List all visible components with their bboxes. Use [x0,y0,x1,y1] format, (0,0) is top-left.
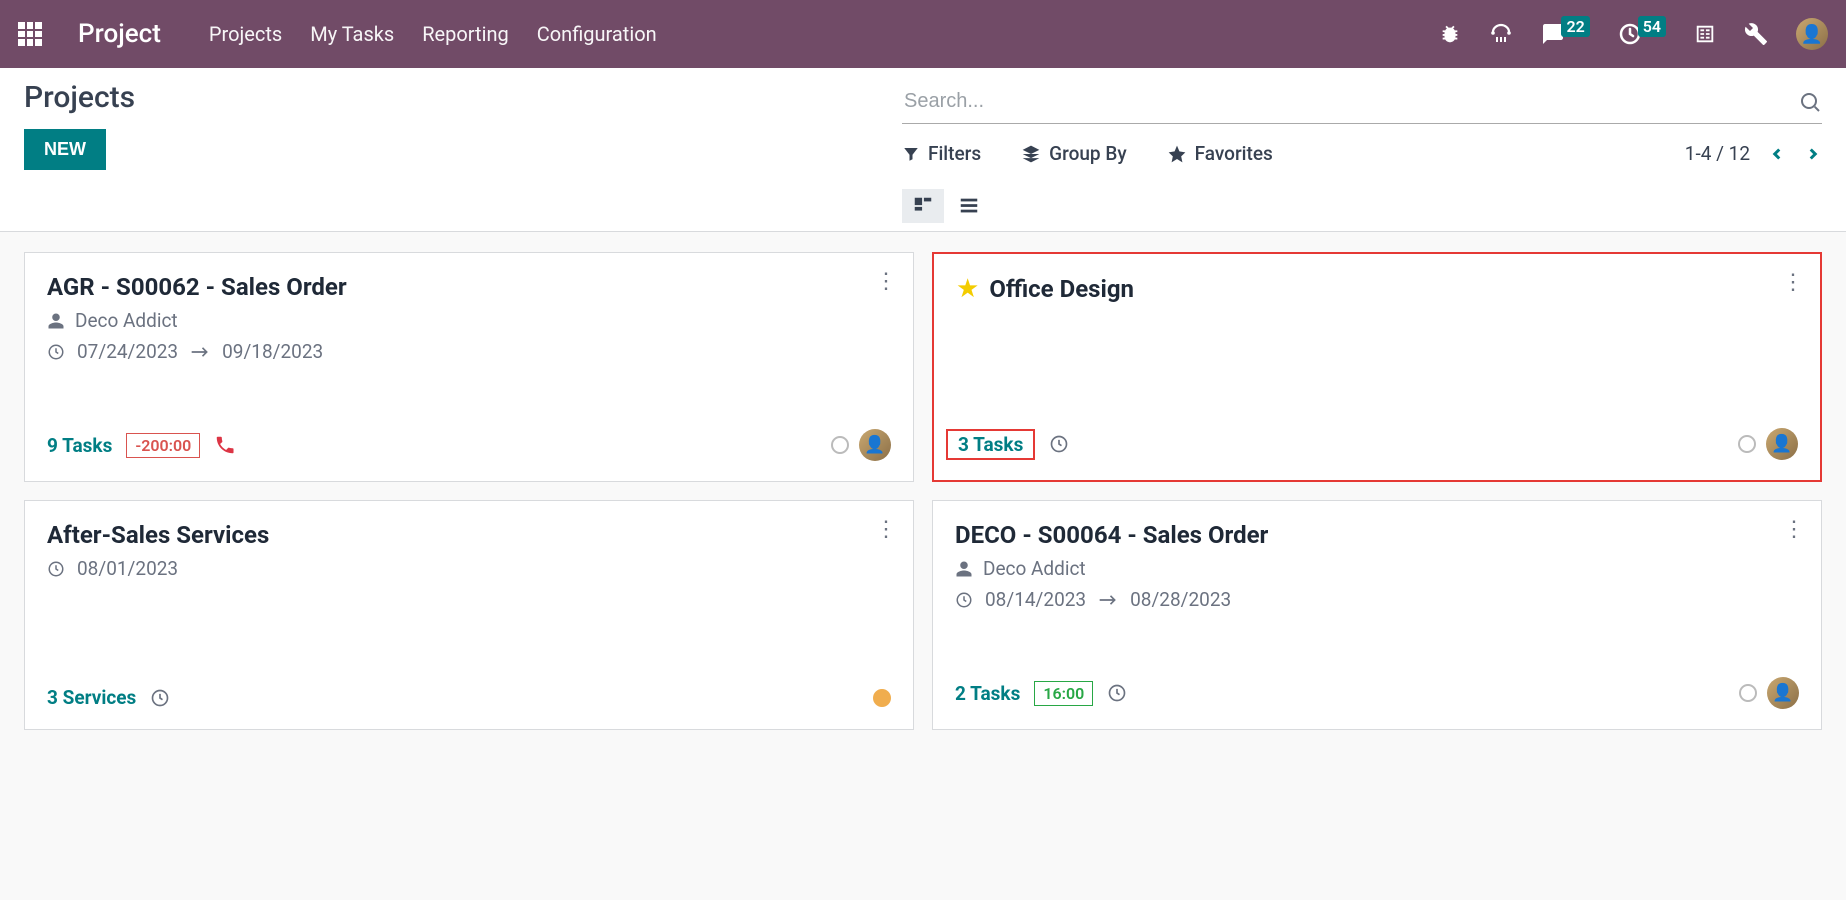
card-menu-icon[interactable]: ⋮ [1783,517,1805,542]
filters-button[interactable]: Filters [902,142,981,165]
clock-icon [47,560,65,578]
clock-icon[interactable] [1049,434,1069,454]
project-card[interactable]: ⋮ AGR - S00062 - Sales Order Deco Addict… [24,252,914,482]
view-switcher [902,189,1822,223]
pager-next[interactable] [1804,145,1822,163]
user-icon [47,312,65,330]
nav-left: Project Projects My Tasks Reporting Conf… [18,19,657,49]
card-menu-icon[interactable]: ⋮ [875,517,897,542]
clock-icon [955,591,973,609]
card-date-start: 08/14/2023 [985,588,1086,611]
avatar[interactable]: 👤 [1767,677,1799,709]
phone-tray-icon[interactable] [1489,22,1513,46]
avatar[interactable]: 👤 [1766,428,1798,460]
nav-projects[interactable]: Projects [209,22,282,46]
layers-icon [1021,144,1041,164]
card-title: Office Design [989,275,1134,303]
kanban-container: ⋮ AGR - S00062 - Sales Order Deco Addict… [0,232,1846,750]
card-customer: Deco Addict [75,309,178,332]
card-date-start: 07/24/2023 [77,340,178,363]
control-panel: Projects NEW Filters Group By [0,68,1846,232]
tasks-link[interactable]: 3 Tasks [958,433,1023,456]
card-date-end: 09/18/2023 [222,340,323,363]
top-navbar: Project Projects My Tasks Reporting Conf… [0,0,1846,68]
pager: 1-4 / 12 [1685,142,1822,165]
card-date-end: 08/28/2023 [1130,588,1231,611]
pager-text: 1-4 / 12 [1685,142,1750,165]
card-menu-icon[interactable]: ⋮ [875,269,897,294]
card-customer: Deco Addict [983,557,1086,580]
project-card[interactable]: ⋮ ★ Office Design 3 Tasks 👤 [932,252,1822,482]
phone-icon[interactable] [214,434,236,456]
page-title: Projects [24,80,135,115]
star-icon [1167,144,1187,164]
search-bar[interactable] [902,80,1822,124]
project-card[interactable]: ⋮ After-Sales Services 08/01/2023 3 Serv… [24,500,914,730]
nav-right: 22 54 👤 [1439,18,1828,50]
arrow-right-icon [1098,594,1118,606]
status-dot[interactable] [873,689,891,707]
avatar[interactable]: 👤 [859,429,891,461]
filters-label: Filters [928,142,981,165]
new-button[interactable]: NEW [24,129,106,170]
nav-my-tasks[interactable]: My Tasks [310,22,394,46]
activities-badge: 54 [1638,16,1666,37]
clock-icon[interactable] [150,688,170,708]
messages-badge: 22 [1561,16,1589,37]
favorites-button[interactable]: Favorites [1167,142,1273,165]
filter-row: Filters Group By Favorites 1-4 / 12 [902,142,1822,165]
groupby-button[interactable]: Group By [1021,142,1126,165]
companies-icon[interactable] [1694,23,1716,45]
pager-prev[interactable] [1768,145,1786,163]
tasks-link[interactable]: 9 Tasks [47,434,112,457]
filter-icon [902,145,920,163]
card-title: After-Sales Services [47,521,269,549]
tasks-link[interactable]: 3 Services [47,686,136,709]
time-badge: -200:00 [126,433,200,458]
star-icon[interactable]: ★ [956,274,979,304]
nav-reporting[interactable]: Reporting [422,22,509,46]
project-card[interactable]: ⋮ DECO - S00064 - Sales Order Deco Addic… [932,500,1822,730]
status-dot[interactable] [831,436,849,454]
clock-icon[interactable] [1107,683,1127,703]
groupby-label: Group By [1049,142,1126,165]
search-icon[interactable] [1798,90,1822,114]
nav-configuration[interactable]: Configuration [537,22,657,46]
arrow-right-icon [190,346,210,358]
kanban-view-button[interactable] [902,189,944,223]
favorites-label: Favorites [1195,142,1273,165]
activities-tray[interactable]: 54 [1618,22,1666,46]
status-dot[interactable] [1739,684,1757,702]
apps-icon[interactable] [18,22,42,46]
tools-icon[interactable] [1744,22,1768,46]
card-title: AGR - S00062 - Sales Order [47,273,347,301]
list-view-button[interactable] [948,189,990,223]
messages-tray[interactable]: 22 [1541,22,1589,46]
user-icon [955,560,973,578]
time-badge: 16:00 [1034,681,1093,706]
clock-icon [47,343,65,361]
status-dot[interactable] [1738,435,1756,453]
user-avatar[interactable]: 👤 [1796,18,1828,50]
search-input[interactable] [902,84,1798,119]
debug-icon[interactable] [1439,23,1461,45]
card-menu-icon[interactable]: ⋮ [1782,270,1804,295]
tasks-link[interactable]: 2 Tasks [955,682,1020,705]
card-title: DECO - S00064 - Sales Order [955,521,1268,549]
tasks-highlight: 3 Tasks [946,429,1035,460]
card-date-start: 08/01/2023 [77,557,178,580]
app-brand[interactable]: Project [78,19,161,49]
